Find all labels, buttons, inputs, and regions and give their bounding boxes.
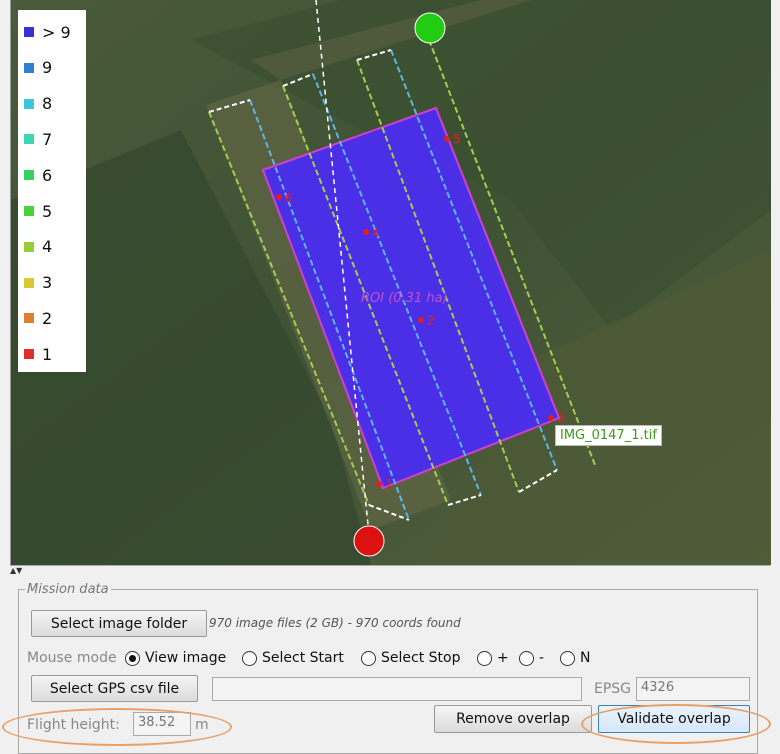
- legend-swatch: [24, 170, 34, 181]
- legend-item: > 9: [24, 22, 71, 42]
- radio-north[interactable]: N: [560, 650, 590, 666]
- radio-indicator: [477, 650, 492, 666]
- mission-panel: Mission data Select image folder 970 ima…: [14, 576, 769, 754]
- legend-label: 3: [42, 273, 53, 293]
- legend-swatch: [24, 206, 34, 216]
- legend-item: 8: [24, 94, 52, 114]
- legend-item: 6: [24, 165, 52, 185]
- map-canvas[interactable]: ROI (0.31 ha) 1 2 3 4 5 6: [11, 0, 771, 565]
- validate-overlap-button[interactable]: Validate overlap: [598, 705, 750, 733]
- radio-indicator: [242, 650, 257, 666]
- radio-view-image[interactable]: View image: [125, 650, 226, 666]
- map-view[interactable]: ROI (0.31 ha) 1 2 3 4 5 6: [10, 0, 771, 565]
- end-marker[interactable]: [414, 12, 446, 44]
- radio-zoom-out[interactable]: -: [519, 650, 544, 666]
- legend-item: 4: [24, 237, 52, 257]
- legend-swatch: [24, 349, 34, 360]
- legend-label: 8: [42, 94, 53, 114]
- legend-label: 5: [42, 201, 53, 221]
- legend-swatch: [24, 62, 34, 73]
- legend-item: 7: [24, 129, 52, 149]
- panel-splitter[interactable]: ▲▼: [10, 565, 770, 576]
- legend-item: 3: [24, 273, 52, 293]
- svg-text:3: 3: [557, 411, 565, 425]
- legend-label: 1: [42, 344, 53, 364]
- gps-path-field[interactable]: [212, 677, 582, 701]
- legend-item: 5: [24, 201, 52, 221]
- start-marker[interactable]: [353, 525, 385, 557]
- radio-indicator: [519, 650, 534, 666]
- select-image-folder-button[interactable]: Select image folder: [31, 610, 207, 637]
- svg-text:1: 1: [385, 477, 393, 491]
- epsg-field[interactable]: 4326: [636, 677, 750, 701]
- radio-indicator: [361, 650, 376, 666]
- svg-text:2: 2: [427, 314, 435, 328]
- legend-swatch: [24, 98, 34, 109]
- legend-swatch: [24, 313, 34, 324]
- svg-text:6: 6: [285, 191, 293, 205]
- legend-label: 6: [42, 165, 53, 185]
- epsg-label: EPSG: [594, 681, 632, 697]
- radio-zoom-in[interactable]: +: [477, 650, 509, 666]
- legend-swatch: [24, 134, 34, 145]
- legend-label: 9: [42, 58, 53, 78]
- legend-label: > 9: [42, 22, 71, 42]
- legend-label: 2: [42, 308, 53, 328]
- mouse-mode-label: Mouse mode: [27, 650, 117, 666]
- mission-data-legend: Mission data: [27, 582, 109, 597]
- legend-label: 4: [42, 237, 53, 257]
- svg-text:4: 4: [372, 226, 380, 240]
- svg-text:5: 5: [453, 132, 461, 146]
- legend-label: 7: [42, 129, 53, 149]
- legend-item: 2: [24, 308, 52, 328]
- image-tooltip: IMG_0147_1.tif: [555, 425, 662, 446]
- roi-label: ROI (0.31 ha): [361, 291, 448, 306]
- legend-swatch: [24, 241, 34, 252]
- legend-swatch: [24, 277, 34, 288]
- legend-item: 9: [24, 58, 52, 78]
- radio-select-start[interactable]: Select Start: [242, 650, 344, 666]
- flight-height-unit: m: [195, 717, 209, 733]
- radio-indicator: [125, 650, 140, 666]
- flight-height-field[interactable]: 38.52: [133, 712, 191, 736]
- remove-overlap-button[interactable]: Remove overlap: [434, 705, 592, 733]
- flight-height-label: Flight height:: [27, 717, 120, 733]
- legend-swatch: [24, 27, 34, 37]
- overlap-legend: > 9 9 8 7 6 5 4 3 2 1: [18, 10, 86, 372]
- radio-indicator: [560, 650, 575, 666]
- select-gps-csv-button[interactable]: Select GPS csv file: [31, 675, 198, 702]
- legend-item: 1: [24, 344, 52, 364]
- folder-info: 970 image files (2 GB) - 970 coords foun…: [209, 616, 461, 630]
- radio-select-stop[interactable]: Select Stop: [361, 650, 460, 666]
